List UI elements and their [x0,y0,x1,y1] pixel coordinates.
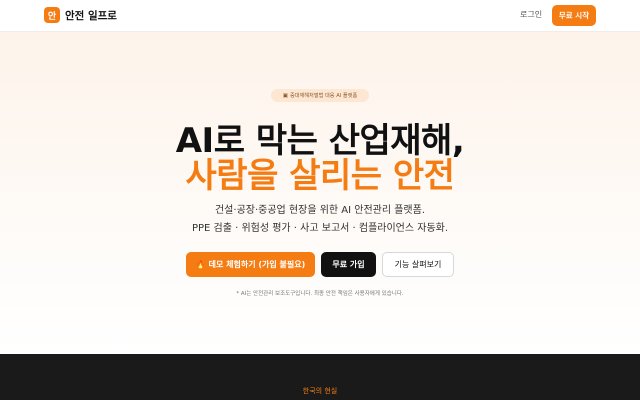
free-signup-button[interactable]: 무료 가입 [321,252,376,277]
badge-text: 중대재해처벌법 대응 AI 플랫폼 [289,93,358,99]
building-icon: ▣ [282,92,288,99]
demo-button-label: 데모 체험하기 (가입 불필요) [208,260,306,269]
demo-button[interactable]: 🔥 데모 체험하기 (가입 불필요) [186,252,315,277]
top-navigation: 안 안전 일프로 로그인 무료 시작 [0,0,640,32]
start-free-button[interactable]: 무료 시작 [552,5,596,26]
login-link[interactable]: 로그인 [520,9,542,20]
disclaimer-text: * AI는 안전관리 보조도구입니다. 최종 안전 책임은 사용자에게 있습니다… [236,291,404,297]
hero-subtitle-line1: 건설·공장·중공업 현장을 위한 AI 안전관리 플랫폼. [214,205,426,216]
section-label: 한국의 현실 [302,387,338,395]
brand-name[interactable]: 안전 일프로 [65,8,117,23]
flame-icon: 🔥 [195,260,206,269]
hero-subtitle-line2: PPE 검출 · 위험성 평가 · 사고 보고서 · 컴플라이언스 자동화. [191,223,449,234]
logo-icon[interactable]: 안 [44,7,60,23]
platform-badge: ▣ 중대재해처벌법 대응 AI 플랫폼 [271,89,369,102]
hero-title-line2: 사람을 살리는 안전 [185,156,455,196]
features-button[interactable]: 기능 살펴보기 [382,252,454,277]
reality-section: 한국의 현실 [0,354,640,400]
